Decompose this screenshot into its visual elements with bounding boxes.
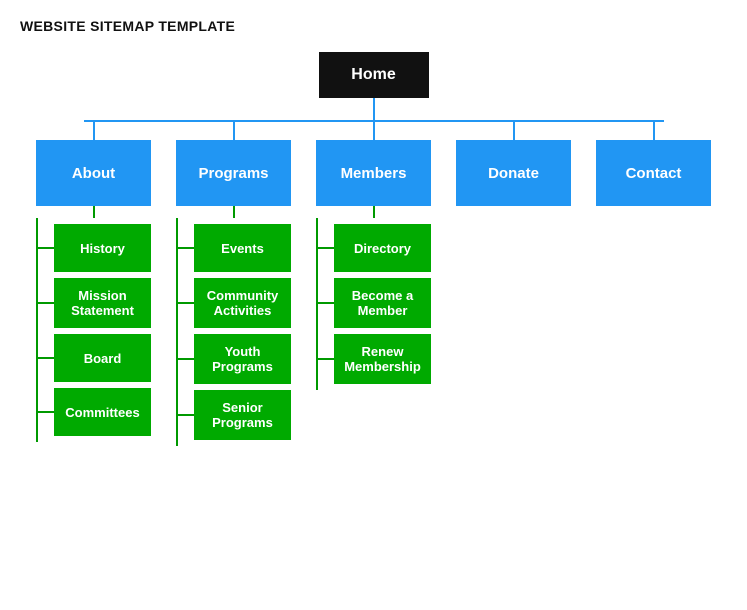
committees-node[interactable]: Committees bbox=[54, 388, 151, 436]
donate-node[interactable]: Donate bbox=[456, 140, 571, 206]
v-line-members-children bbox=[373, 206, 375, 218]
page-title: WEBSITE SITEMAP TEMPLATE bbox=[20, 18, 727, 34]
members-children-list: Directory Become a Member Renew Membersh… bbox=[318, 218, 431, 390]
sitemap-container: Home About History bbox=[20, 52, 727, 446]
v-connector-members bbox=[373, 120, 375, 140]
h-connector bbox=[318, 302, 334, 304]
members-node[interactable]: Members bbox=[316, 140, 431, 206]
v-line-programs-children bbox=[233, 206, 235, 218]
community-activities-node[interactable]: Community Activities bbox=[194, 278, 291, 328]
horizontal-bar bbox=[84, 120, 664, 122]
list-item: Youth Programs bbox=[178, 334, 291, 384]
programs-node[interactable]: Programs bbox=[176, 140, 291, 206]
become-member-node[interactable]: Become a Member bbox=[334, 278, 431, 328]
v-connector-programs bbox=[233, 120, 235, 140]
v-line-about-children bbox=[93, 206, 95, 218]
list-item: Board bbox=[38, 334, 151, 382]
youth-programs-node[interactable]: Youth Programs bbox=[194, 334, 291, 384]
h-connector bbox=[178, 414, 194, 416]
v-connector-contact bbox=[653, 120, 655, 140]
h-connector bbox=[178, 358, 194, 360]
contact-node[interactable]: Contact bbox=[596, 140, 711, 206]
col-programs: Programs Events Community Activities bbox=[164, 120, 304, 446]
list-item: Senior Programs bbox=[178, 390, 291, 440]
v-connector-donate bbox=[513, 120, 515, 140]
v-connector-about bbox=[93, 120, 95, 140]
list-item: Events bbox=[178, 224, 291, 272]
list-item: Mission Statement bbox=[38, 278, 151, 328]
programs-children-area: Events Community Activities Youth Progra… bbox=[176, 218, 291, 446]
h-connector bbox=[318, 358, 334, 360]
list-item: History bbox=[38, 224, 151, 272]
list-item: Committees bbox=[38, 388, 151, 436]
list-item: Renew Membership bbox=[318, 334, 431, 384]
h-connector bbox=[38, 247, 54, 249]
about-node[interactable]: About bbox=[36, 140, 151, 206]
renew-membership-node[interactable]: Renew Membership bbox=[334, 334, 431, 384]
events-node[interactable]: Events bbox=[194, 224, 291, 272]
history-node[interactable]: History bbox=[54, 224, 151, 272]
mission-statement-node[interactable]: Mission Statement bbox=[54, 278, 151, 328]
h-connector bbox=[318, 247, 334, 249]
h-connector bbox=[38, 411, 54, 413]
h-connector bbox=[38, 357, 54, 359]
h-connector bbox=[178, 247, 194, 249]
top-level-row: About History Mission Statement bbox=[24, 120, 724, 446]
members-children-area: Directory Become a Member Renew Membersh… bbox=[316, 218, 431, 390]
list-item: Directory bbox=[318, 224, 431, 272]
about-children-area: History Mission Statement Board Com bbox=[36, 218, 151, 442]
home-down-connector bbox=[373, 98, 375, 120]
col-members: Members Directory Become a Member bbox=[304, 120, 444, 446]
directory-node[interactable]: Directory bbox=[334, 224, 431, 272]
list-item: Become a Member bbox=[318, 278, 431, 328]
list-item: Community Activities bbox=[178, 278, 291, 328]
senior-programs-node[interactable]: Senior Programs bbox=[194, 390, 291, 440]
programs-children-list: Events Community Activities Youth Progra… bbox=[178, 218, 291, 446]
col-contact: Contact bbox=[584, 120, 724, 446]
h-connector bbox=[38, 302, 54, 304]
col-about: About History Mission Statement bbox=[24, 120, 164, 446]
board-node[interactable]: Board bbox=[54, 334, 151, 382]
home-node[interactable]: Home bbox=[319, 52, 429, 98]
h-connector bbox=[178, 302, 194, 304]
col-donate: Donate bbox=[444, 120, 584, 446]
about-children-list: History Mission Statement Board Com bbox=[38, 218, 151, 442]
